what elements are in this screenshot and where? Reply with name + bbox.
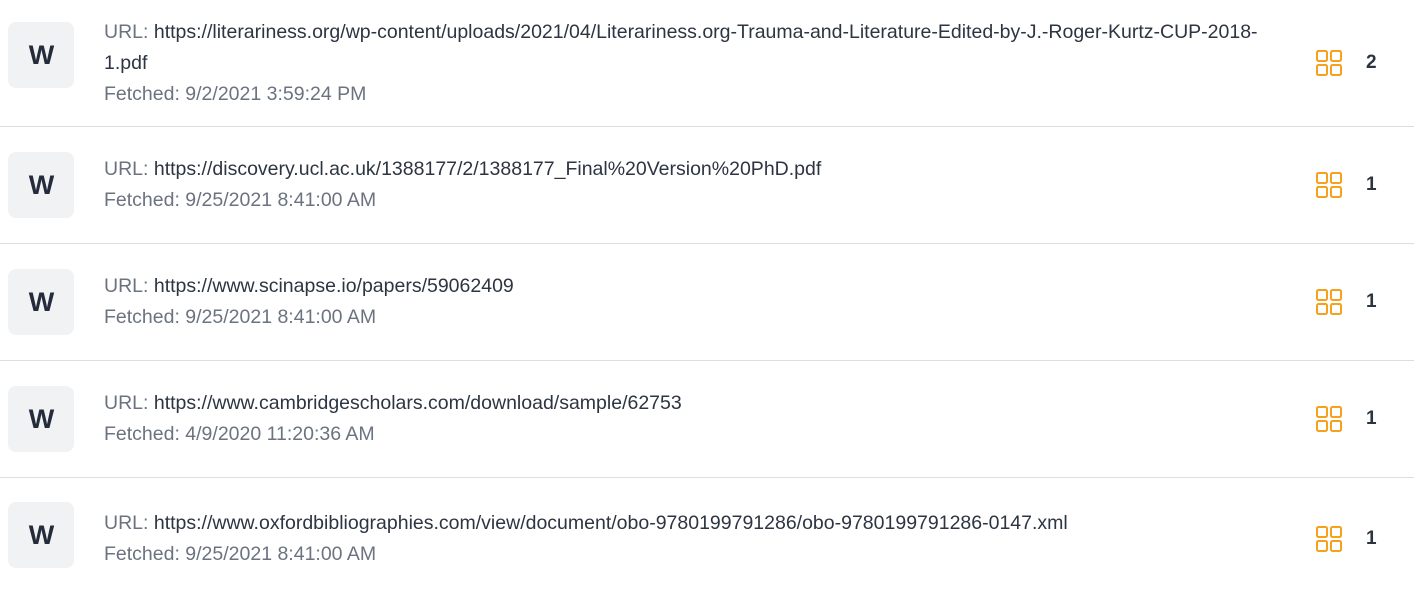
source-row: W URL: https://www.oxfordbibliographies.… (0, 478, 1414, 600)
source-actions: 1 (1316, 406, 1386, 432)
source-url-link[interactable]: https://www.scinapse.io/papers/59062409 (154, 275, 514, 297)
source-row: W URL: https://www.scinapse.io/papers/59… (0, 244, 1414, 361)
fetched-date: Fetched: 9/25/2021 8:41:00 AM (104, 543, 377, 565)
url-label: URL: (104, 392, 154, 414)
source-row: W URL: https://www.cambridgescholars.com… (0, 361, 1414, 478)
source-info: URL: https://www.oxfordbibliographies.co… (104, 508, 1316, 570)
url-label: URL: (104, 512, 154, 534)
source-info: URL: https://literariness.org/wp-content… (104, 17, 1316, 110)
web-source-icon: W (8, 386, 74, 452)
grid-compare-icon[interactable] (1316, 50, 1342, 76)
fetched-date: Fetched: 9/2/2021 3:59:24 PM (104, 82, 367, 105)
source-row: W URL: https://literariness.org/wp-conte… (0, 0, 1414, 127)
source-info: URL: https://www.scinapse.io/papers/5906… (104, 271, 1316, 333)
source-url-link[interactable]: https://www.cambridgescholars.com/downlo… (154, 392, 682, 414)
source-url-link[interactable]: https://www.oxfordbibliographies.com/vie… (154, 512, 1068, 534)
fetched-date: Fetched: 9/25/2021 8:41:00 AM (104, 306, 377, 328)
source-url-line: URL: https://www.scinapse.io/papers/5906… (104, 271, 1264, 302)
source-url-line: URL: https://discovery.ucl.ac.uk/1388177… (104, 154, 1264, 185)
source-info: URL: https://discovery.ucl.ac.uk/1388177… (104, 154, 1316, 216)
web-source-icon: W (8, 269, 74, 335)
source-actions: 1 (1316, 289, 1386, 315)
source-url-line: URL: https://www.cambridgescholars.com/d… (104, 388, 1264, 419)
source-url-link[interactable]: https://literariness.org/wp-content/uplo… (104, 21, 1258, 74)
web-source-icon: W (8, 22, 74, 88)
source-url-line: URL: https://www.oxfordbibliographies.co… (104, 508, 1264, 539)
source-list: W URL: https://literariness.org/wp-conte… (0, 0, 1414, 600)
web-source-icon: W (8, 152, 74, 218)
grid-compare-icon[interactable] (1316, 406, 1342, 432)
match-count: 1 (1366, 174, 1377, 195)
match-count: 1 (1366, 408, 1377, 429)
url-label: URL: (104, 158, 154, 180)
match-count: 1 (1366, 528, 1377, 549)
fetched-date: Fetched: 4/9/2020 11:20:36 AM (104, 423, 375, 445)
grid-compare-icon[interactable] (1316, 526, 1342, 552)
fetched-date: Fetched: 9/25/2021 8:41:00 AM (104, 189, 377, 211)
source-row: W URL: https://discovery.ucl.ac.uk/13881… (0, 127, 1414, 244)
grid-compare-icon[interactable] (1316, 172, 1342, 198)
source-info: URL: https://www.cambridgescholars.com/d… (104, 388, 1316, 450)
match-count: 2 (1366, 52, 1377, 73)
source-url-link[interactable]: https://discovery.ucl.ac.uk/1388177/2/13… (154, 158, 821, 180)
match-count: 1 (1366, 291, 1377, 312)
source-url-line: URL: https://literariness.org/wp-content… (104, 17, 1264, 79)
web-source-icon: W (8, 502, 74, 568)
source-actions: 1 (1316, 526, 1386, 552)
source-actions: 2 (1316, 50, 1386, 76)
url-label: URL: (104, 20, 154, 43)
grid-compare-icon[interactable] (1316, 289, 1342, 315)
url-label: URL: (104, 275, 154, 297)
source-actions: 1 (1316, 172, 1386, 198)
